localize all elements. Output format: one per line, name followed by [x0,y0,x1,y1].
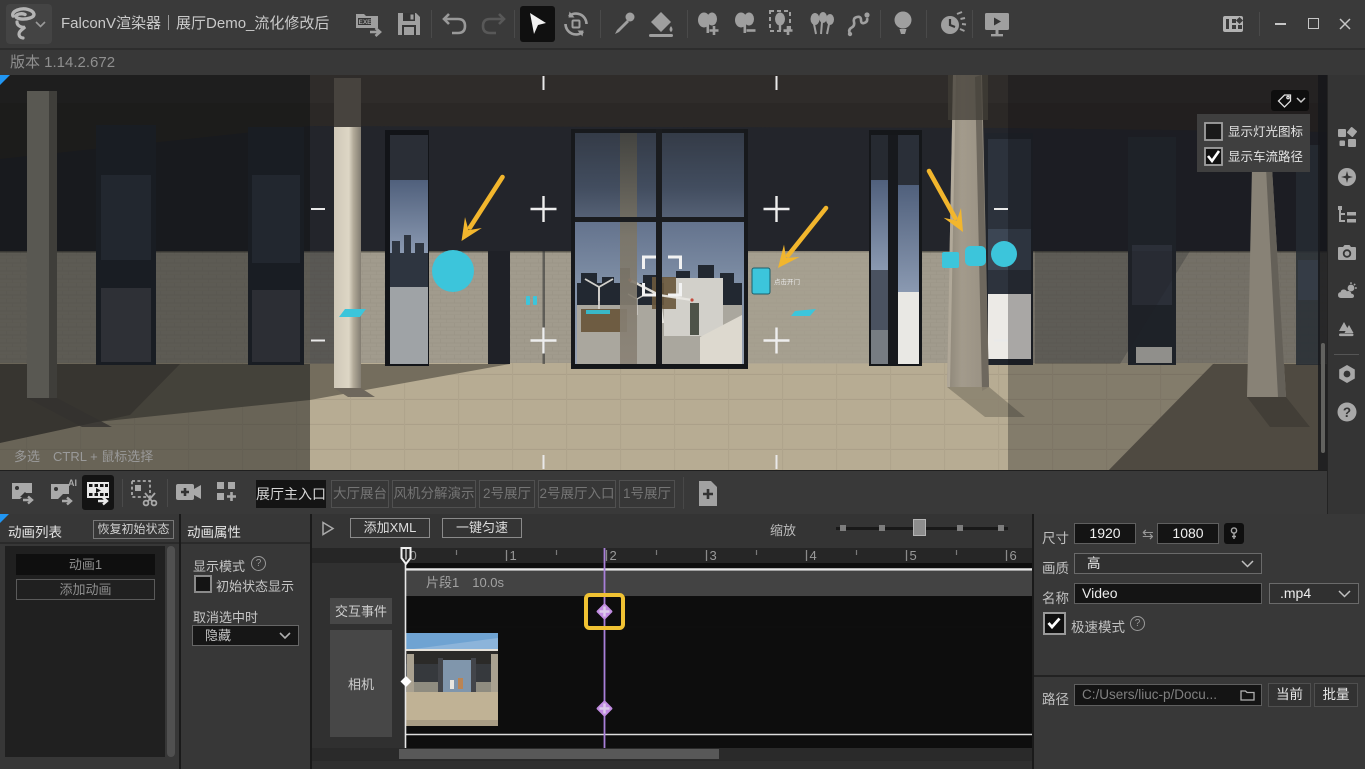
svg-text:显示灯光图标: 显示灯光图标 [1228,125,1303,139]
svg-text:EXE: EXE [359,19,373,26]
svg-text:交互事件: 交互事件 [335,604,387,619]
svg-text:显示车流路径: 显示车流路径 [1228,149,1303,164]
svg-text:3: 3 [710,548,717,563]
svg-text:AI: AI [68,478,77,488]
svg-text:片段1 10.0s: 片段1 10.0s [426,575,505,590]
svg-text:2: 2 [610,548,617,563]
svg-text:5: 5 [910,548,917,563]
svg-text:?: ? [1343,405,1351,420]
svg-text:1: 1 [510,548,517,563]
svg-text:6: 6 [1010,548,1017,563]
svg-text:相机: 相机 [348,677,374,692]
svg-text:4: 4 [810,548,817,563]
svg-text:点击开门: 点击开门 [774,277,800,286]
